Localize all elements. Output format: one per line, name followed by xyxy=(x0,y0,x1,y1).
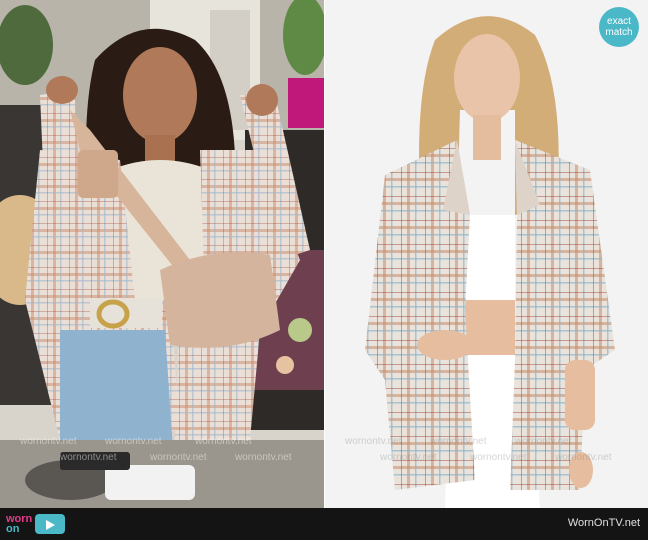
badge-line-1: exact xyxy=(607,16,631,27)
product-model-illustration xyxy=(325,0,648,508)
exact-match-badge: exact match xyxy=(599,7,639,47)
product-photo xyxy=(325,0,648,508)
logo-text: worn on xyxy=(6,514,32,535)
logo-word-on: on xyxy=(6,523,20,535)
site-name[interactable]: WornOnTV.net xyxy=(568,517,640,529)
badge-line-2: match xyxy=(605,27,633,38)
tv-still-illustration xyxy=(0,0,324,508)
tv-still-photo xyxy=(0,0,324,508)
tv-play-icon xyxy=(35,514,66,534)
wornontv-logo[interactable]: worn on xyxy=(6,512,66,536)
footer-bar: worn on WornOnTV.net xyxy=(0,508,648,540)
